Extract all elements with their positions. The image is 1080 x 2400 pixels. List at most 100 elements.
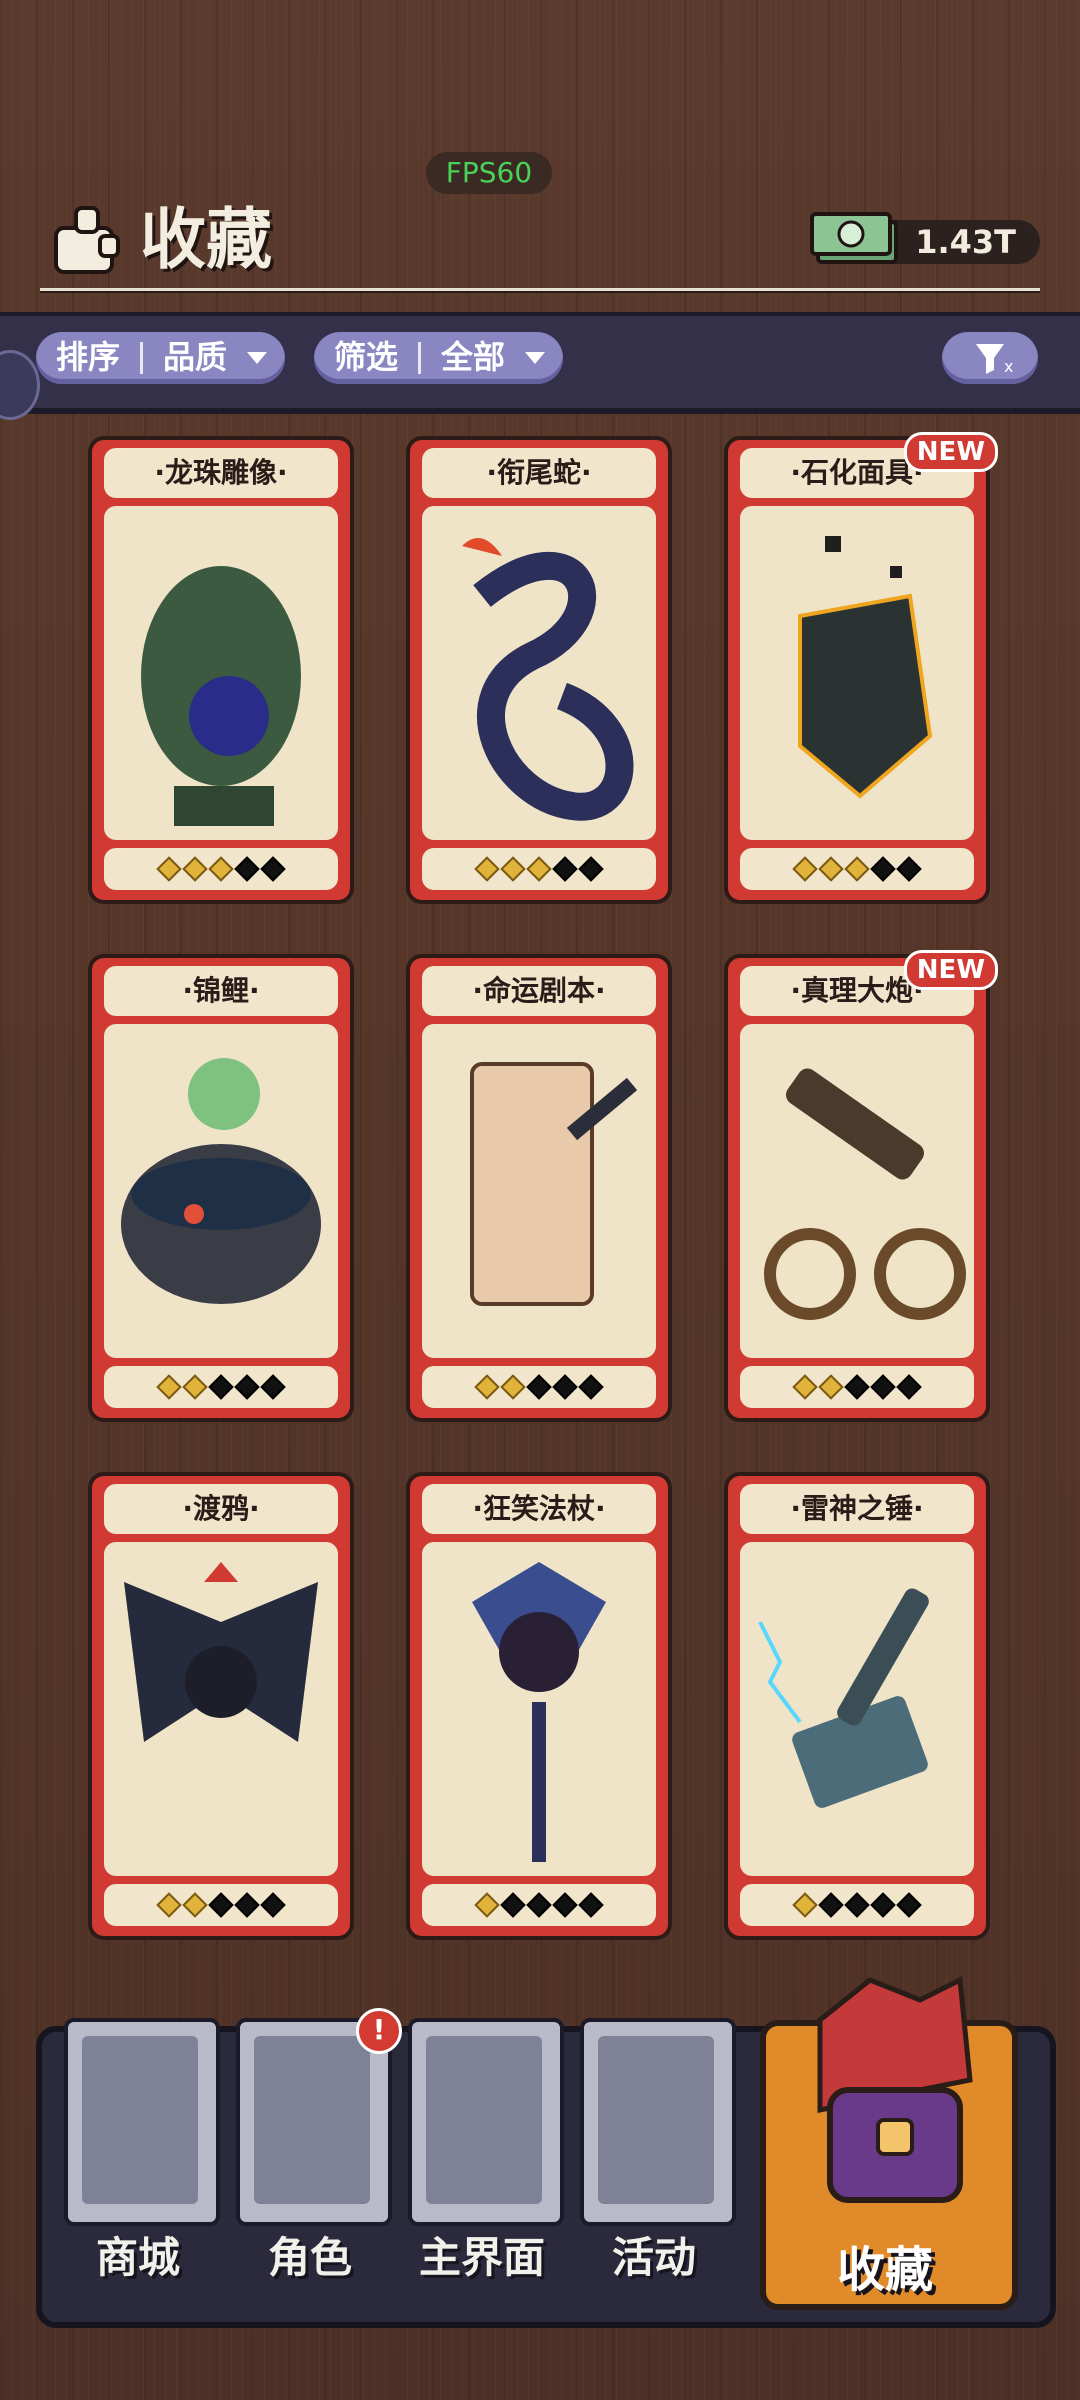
card-name: ·龙珠雕像· (104, 448, 338, 498)
tab-label: 商城 (95, 2233, 180, 2282)
dragon-orb-statue-image (104, 506, 338, 840)
rarity-diamond-filled (526, 856, 552, 882)
rarity-stars (422, 848, 656, 890)
currency-value: 1.43T (915, 223, 1016, 261)
fate-script-image (422, 1024, 656, 1358)
rarity-diamond-filled (474, 1892, 500, 1918)
rarity-stars (104, 1366, 338, 1408)
collection-card[interactable]: ·渡鸦· (88, 1472, 354, 1940)
rarity-diamond-filled (156, 1374, 182, 1400)
collection-card[interactable]: ·石化面具· NEW (724, 432, 998, 904)
event-icon (598, 2036, 714, 2204)
chevron-down-icon (247, 352, 268, 364)
rarity-stars (740, 1884, 974, 1926)
clear-filter-icon: x (976, 344, 1013, 376)
rarity-stars (422, 1366, 656, 1408)
collection-card[interactable]: ·锦鲤· (88, 954, 354, 1422)
clear-filter-button[interactable]: x (942, 332, 1038, 384)
tab-home[interactable]: 主界面 (404, 2018, 564, 2298)
rarity-diamond-empty (552, 1892, 578, 1918)
rarity-diamond-empty (552, 1374, 578, 1400)
rarity-diamond-filled (792, 1892, 818, 1918)
rarity-diamond-filled (182, 856, 208, 882)
rarity-diamond-filled (474, 856, 500, 882)
rarity-diamond-empty (526, 1892, 552, 1918)
home-icon (426, 2036, 542, 2204)
fps-counter: FPS60 (426, 152, 552, 194)
tab-shop[interactable]: 商城 (60, 2018, 220, 2298)
cash-icon (810, 212, 898, 264)
ouroboros-image (422, 506, 656, 840)
collection-icon (817, 1976, 973, 2203)
chevron-down-icon (525, 352, 546, 364)
card-name: ·雷神之锤· (740, 1484, 974, 1534)
collection-card[interactable]: ·龙珠雕像· (88, 436, 354, 904)
tab-frame (580, 2018, 736, 2226)
tab-frame (408, 2018, 564, 2226)
koi-bowl-image (104, 1024, 338, 1358)
filter-label: 筛选 (334, 338, 399, 376)
tab-collection[interactable]: 收藏 (760, 1960, 1018, 2310)
card-name: ·衔尾蛇· (422, 448, 656, 498)
rarity-diamond-empty (870, 856, 896, 882)
petrified-mask-image (740, 506, 974, 840)
collection-card[interactable]: ·狂笑法杖· (406, 1472, 672, 1940)
collection-card[interactable]: ·雷神之锤· (724, 1472, 990, 1940)
rarity-diamond-filled (182, 1892, 208, 1918)
rarity-diamond-empty (896, 856, 922, 882)
rarity-diamond-filled (182, 1374, 208, 1400)
rarity-diamond-filled (844, 856, 870, 882)
filter-separator (418, 342, 422, 374)
rarity-diamond-empty (260, 1374, 286, 1400)
rarity-diamond-empty (234, 856, 260, 882)
page-title: 收藏 (140, 201, 272, 278)
rarity-diamond-empty (578, 1374, 604, 1400)
rarity-diamond-empty (500, 1892, 526, 1918)
rarity-diamond-empty (896, 1892, 922, 1918)
tab-character[interactable]: 角色 (232, 2018, 392, 2298)
tab-label: 主界面 (418, 2233, 545, 2282)
filter-dropdown[interactable]: 筛选 全部 (314, 332, 564, 384)
rarity-diamond-empty (208, 1892, 234, 1918)
raven-image (104, 1542, 338, 1876)
new-badge: NEW (903, 432, 998, 472)
rarity-diamond-filled (500, 1374, 526, 1400)
character-icon (254, 2036, 370, 2204)
rarity-diamond-empty (234, 1374, 260, 1400)
rarity-diamond-empty (526, 1374, 552, 1400)
rarity-stars (740, 848, 974, 890)
rarity-diamond-empty (818, 1892, 844, 1918)
rarity-diamond-filled (500, 856, 526, 882)
filter-value: 全部 (441, 338, 506, 376)
sort-value: 品质 (163, 338, 228, 376)
collection-card[interactable]: ·衔尾蛇· (406, 436, 672, 904)
tab-frame (64, 2018, 220, 2226)
rarity-stars (104, 1884, 338, 1926)
rarity-diamond-empty (578, 1892, 604, 1918)
collection-card[interactable]: ·真理大炮· NEW (724, 950, 998, 1422)
rarity-stars (104, 848, 338, 890)
rarity-diamond-empty (260, 1892, 286, 1918)
rarity-diamond-empty (870, 1374, 896, 1400)
card-name: ·锦鲤· (104, 966, 338, 1016)
rarity-diamond-filled (818, 856, 844, 882)
laughing-staff-image (422, 1542, 656, 1876)
collection-card[interactable]: ·命运剧本· (406, 954, 672, 1422)
rarity-diamond-filled (792, 1374, 818, 1400)
rarity-diamond-empty (578, 856, 604, 882)
page-header: 收藏 1.43T (40, 190, 1040, 290)
sort-separator (140, 342, 144, 374)
rarity-diamond-empty (844, 1374, 870, 1400)
rarity-diamond-empty (870, 1892, 896, 1918)
tab-label: 活动 (611, 2233, 696, 2282)
tab-event[interactable]: 活动 (576, 2018, 736, 2298)
rarity-diamond-empty (234, 1892, 260, 1918)
sort-label: 排序 (56, 338, 121, 376)
rarity-diamond-empty (896, 1374, 922, 1400)
sort-dropdown[interactable]: 排序 品质 (36, 332, 286, 384)
tab-label: 收藏 (836, 2242, 933, 2298)
thor-hammer-image (740, 1542, 974, 1876)
rarity-diamond-filled (208, 856, 234, 882)
notification-badge: ! (356, 2008, 402, 2054)
shop-icon (82, 2036, 198, 2204)
